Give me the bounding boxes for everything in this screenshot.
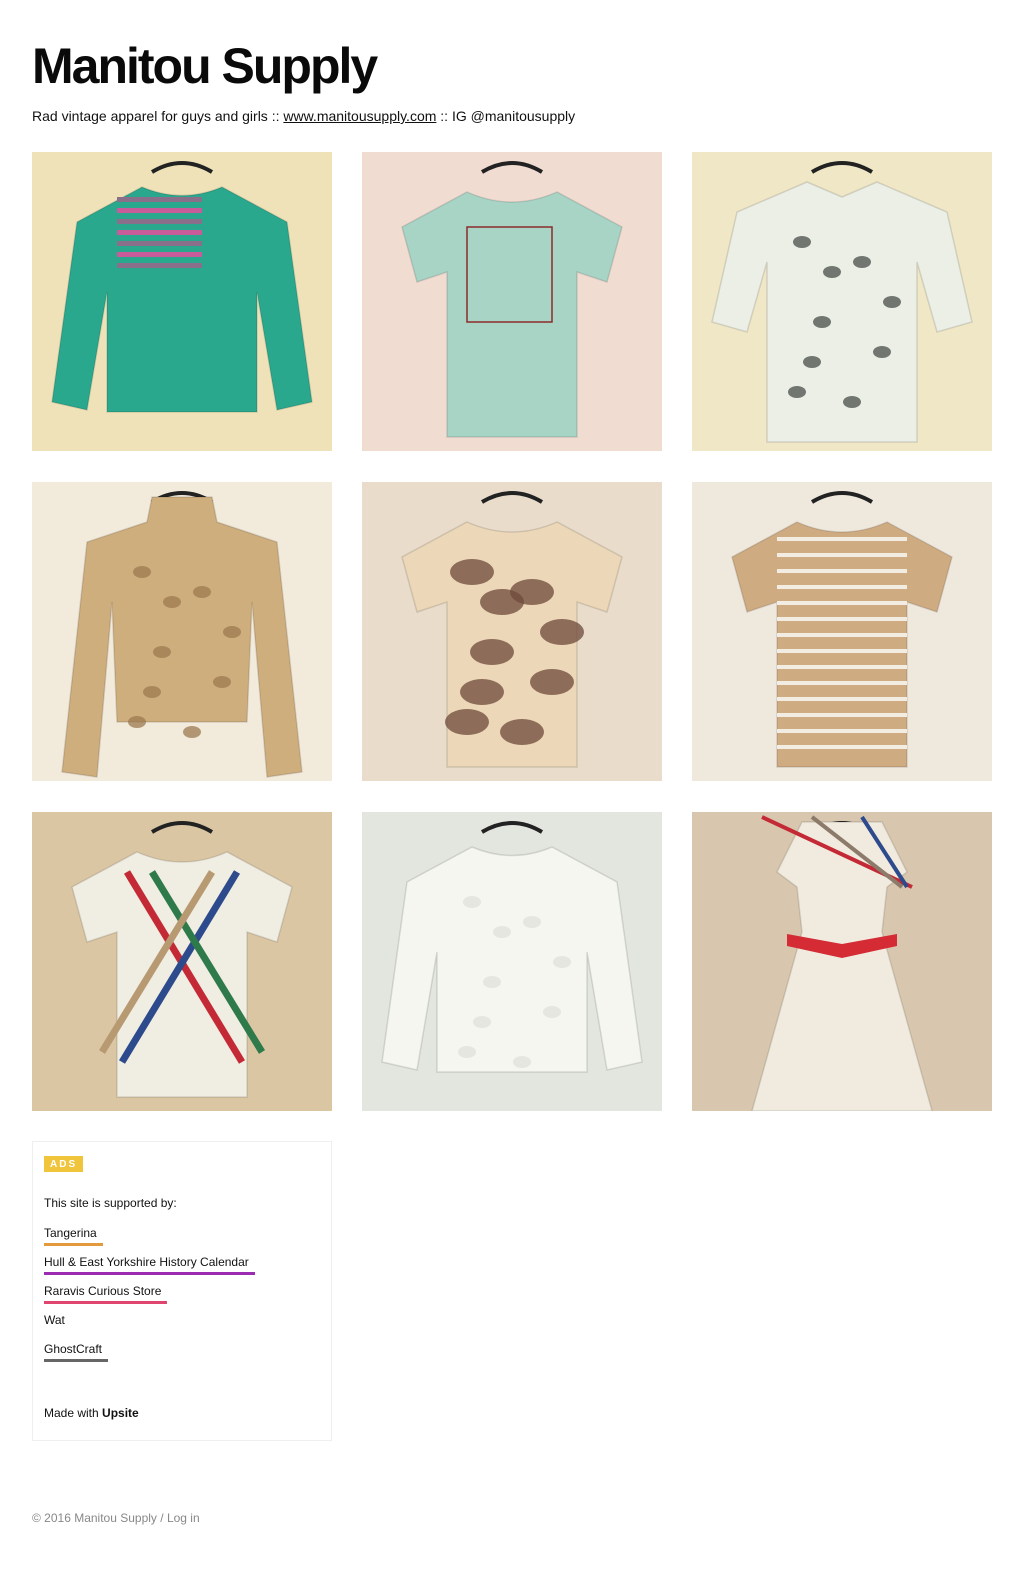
garment-image xyxy=(692,812,992,1111)
garment-image xyxy=(32,812,332,1111)
sponsor-link[interactable]: Wat xyxy=(44,1313,71,1333)
product-photo-mint-going-up-tee[interactable] xyxy=(362,152,662,451)
sponsor-item: GhostCraft xyxy=(44,1340,320,1362)
product-grid xyxy=(32,152,992,1111)
ads-panel: ADS This site is supported by: Tangerina… xyxy=(32,1141,332,1441)
sponsor-list: Tangerina Hull & East Yorkshire History C… xyxy=(44,1224,320,1362)
sponsor-item: Hull & East Yorkshire History Calendar xyxy=(44,1253,320,1275)
site-header: Manitou Supply Rad vintage apparel for g… xyxy=(32,36,992,126)
sponsor-link[interactable]: GhostCraft xyxy=(44,1342,109,1362)
tagline-instagram: :: IG @manitousupply xyxy=(436,108,576,124)
sponsor-item: Wat xyxy=(44,1311,320,1333)
made-with-credit[interactable]: Made with Upsite xyxy=(44,1406,139,1420)
product-photo-teal-striped-sweatshirt[interactable] xyxy=(32,152,332,451)
product-photo-paisley-button-shirt[interactable] xyxy=(692,152,992,451)
product-photo-white-knit-sweater[interactable] xyxy=(362,812,662,1111)
garment-image xyxy=(692,482,992,781)
product-photo-tan-striped-pocket-tee[interactable] xyxy=(692,482,992,781)
made-with-text: Made with xyxy=(44,1406,103,1420)
garment-image xyxy=(32,152,332,451)
sponsor-link[interactable]: Tangerina xyxy=(44,1226,103,1246)
site-tagline: Rad vintage apparel for guys and girls :… xyxy=(32,106,992,126)
login-link[interactable]: Log in xyxy=(167,1511,200,1525)
website-link[interactable]: www.manitousupply.com xyxy=(283,108,436,124)
garment-image xyxy=(362,482,662,781)
garment-image xyxy=(362,812,662,1111)
product-photo-desert-camo-tee[interactable] xyxy=(362,482,662,781)
tagline-text: Rad vintage apparel for guys and girls :… xyxy=(32,108,284,124)
garment-image xyxy=(692,152,992,451)
product-photo-argyle-ribbon-sweater[interactable] xyxy=(32,812,332,1111)
sponsor-link[interactable]: Raravis Curious Store xyxy=(44,1284,168,1304)
copyright: © 2016 Manitou Supply xyxy=(32,1511,157,1525)
garment-image xyxy=(32,482,332,781)
product-photo-cream-belted-dress[interactable] xyxy=(692,812,992,1111)
garment-shape xyxy=(381,846,643,1073)
sponsor-item: Raravis Curious Store xyxy=(44,1282,320,1304)
ads-badge: ADS xyxy=(44,1156,84,1172)
upsite-brand[interactable]: Upsite xyxy=(102,1406,139,1420)
sponsor-link[interactable]: Hull & East Yorkshire History Calendar xyxy=(44,1255,255,1275)
product-photo-lace-turtleneck-top[interactable] xyxy=(32,482,332,781)
footer-separator: / xyxy=(156,1511,167,1525)
sponsor-item: Tangerina xyxy=(44,1224,320,1246)
garment-image xyxy=(362,152,662,451)
footer: © 2016 Manitou Supply / Log in xyxy=(32,1511,200,1525)
ads-intro: This site is supported by: xyxy=(44,1196,177,1210)
site-title[interactable]: Manitou Supply xyxy=(32,36,992,96)
